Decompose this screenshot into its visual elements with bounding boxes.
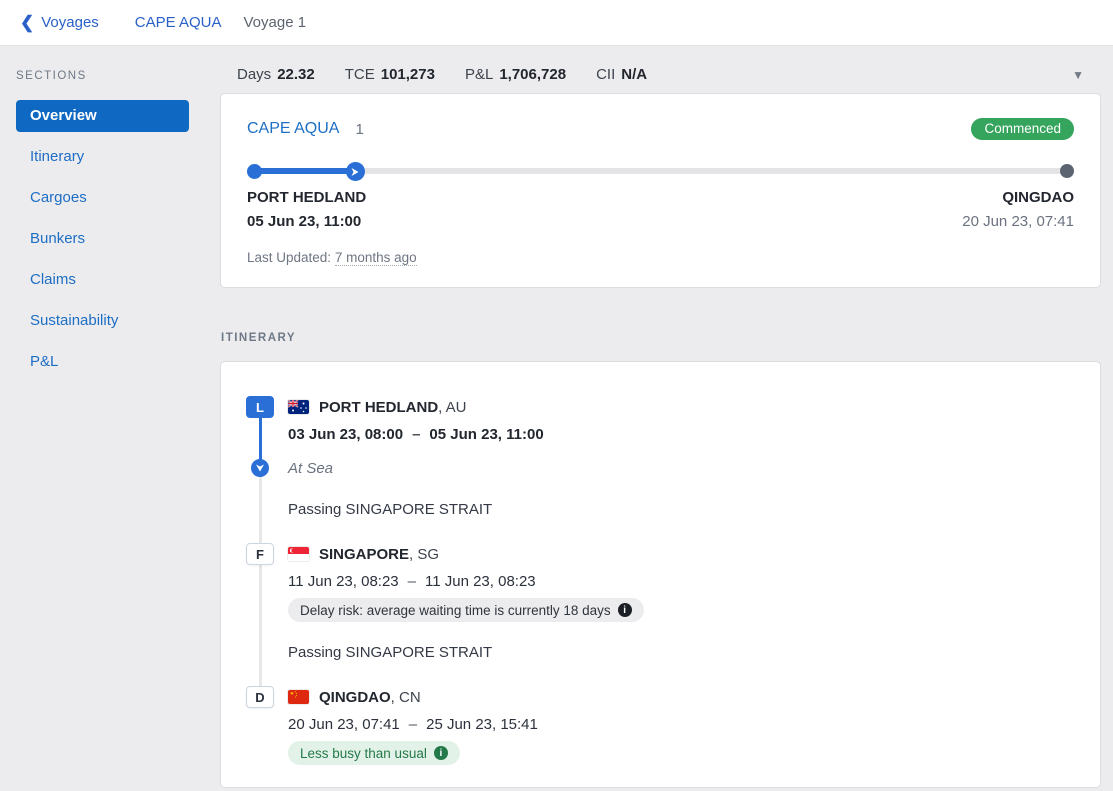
vessel-status-row: At Sea xyxy=(288,457,1072,479)
departure-datetime: 05 Jun 23, 11:00 xyxy=(247,210,366,234)
stat-days: Days 22.32 xyxy=(237,66,315,83)
back-to-voyages-link[interactable]: ❮ Voyages xyxy=(20,14,99,31)
last-updated: Last Updated: 7 months ago xyxy=(247,250,1074,265)
arrival-point-dot xyxy=(1060,164,1074,178)
stat-tce-label: TCE xyxy=(345,66,375,83)
sidebar-item-bunkers[interactable]: Bunkers xyxy=(16,223,189,255)
stop-date-start: 03 Jun 23, 08:00 xyxy=(288,426,403,443)
sidebar-item-cargoes[interactable]: Cargoes xyxy=(16,182,189,214)
stat-pnl-label: P&L xyxy=(465,66,493,83)
last-updated-label: Last Updated: xyxy=(247,250,331,265)
delay-risk-text: Delay risk: average waiting time is curr… xyxy=(300,603,611,618)
chevron-down-icon xyxy=(255,463,265,473)
stop-type-badge-discharge: D xyxy=(246,686,274,708)
main-content: Days 22.32 TCE 101,273 P&L 1,706,728 CII… xyxy=(206,46,1113,791)
stop-port-name: SINGAPORE xyxy=(319,546,409,563)
stop-country: , AU xyxy=(438,399,466,416)
itinerary-timeline: L xyxy=(246,396,1072,765)
stop-date-end: 05 Jun 23, 11:00 xyxy=(429,426,543,443)
vessel-position-icon[interactable] xyxy=(346,162,365,181)
stop-dates: 03 Jun 23, 08:00 – 05 Jun 23, 11:00 xyxy=(288,423,1072,445)
port-congestion-pill: Less busy than usual i xyxy=(288,741,460,765)
stat-days-label: Days xyxy=(237,66,271,83)
vessel-status-label: At Sea xyxy=(288,460,333,477)
stat-days-value: 22.32 xyxy=(277,66,315,83)
progress-track xyxy=(247,168,1074,174)
sidebar-item-itinerary[interactable]: Itinerary xyxy=(16,141,189,173)
stat-pnl: P&L 1,706,728 xyxy=(465,66,566,83)
info-icon[interactable]: i xyxy=(434,746,448,760)
itinerary-card: L xyxy=(220,361,1101,788)
status-badge: Commenced xyxy=(971,118,1074,140)
arrow-right-icon xyxy=(350,167,360,177)
passing-leg-label: Passing SINGAPORE STRAIT xyxy=(288,499,1072,521)
stop-date-start: 20 Jun 23, 07:41 xyxy=(288,716,400,733)
date-separator: – xyxy=(408,573,416,590)
sidebar-item-overview[interactable]: Overview xyxy=(16,100,189,132)
itinerary-heading: ITINERARY xyxy=(220,332,1101,344)
departure-block: PORT HEDLAND 05 Jun 23, 11:00 xyxy=(247,186,366,234)
itinerary-stop-port-hedland: L xyxy=(288,396,1072,521)
stat-cii: CII N/A xyxy=(596,66,647,83)
arrival-block: QINGDAO 20 Jun 23, 07:41 xyxy=(962,186,1074,234)
stop-country: , SG xyxy=(409,546,439,563)
china-flag-icon xyxy=(288,690,309,704)
passing-leg-label: Passing SINGAPORE STRAIT xyxy=(288,642,1072,664)
voyage-number: 1 xyxy=(355,121,363,138)
stat-pnl-value: 1,706,728 xyxy=(499,66,566,83)
stop-date-end: 11 Jun 23, 08:23 xyxy=(425,573,536,590)
sections-sidebar: SECTIONS Overview Itinerary Cargoes Bunk… xyxy=(0,46,206,791)
stop-country: , CN xyxy=(391,689,421,706)
breadcrumb: ❮ Voyages CAPE AQUA Voyage 1 xyxy=(0,0,1113,46)
itinerary-stop-singapore: F SINGAPORE, SG 11 Jun 23, 08 xyxy=(288,543,1072,664)
itinerary-stop-qingdao: D QINGDAO, CN xyxy=(288,686,1072,765)
departure-point-dot xyxy=(247,164,262,179)
stop-dates: 11 Jun 23, 08:23 – 11 Jun 23, 08:23 xyxy=(288,570,1072,592)
voyage-progress-bar xyxy=(247,162,1074,180)
stop-date-end: 25 Jun 23, 15:41 xyxy=(426,716,538,733)
stop-port-name: QINGDAO xyxy=(319,689,391,706)
stop-date-start: 11 Jun 23, 08:23 xyxy=(288,573,399,590)
vessel-position-timeline-icon[interactable] xyxy=(251,459,269,477)
date-separator: – xyxy=(409,716,417,733)
delay-risk-pill: Delay risk: average waiting time is curr… xyxy=(288,598,644,622)
port-congestion-text: Less busy than usual xyxy=(300,746,427,761)
collapse-caret-icon[interactable]: ▼ xyxy=(1072,68,1084,82)
info-icon[interactable]: i xyxy=(618,603,632,617)
breadcrumb-vessel-link[interactable]: CAPE AQUA xyxy=(135,14,222,31)
sidebar-item-pnl[interactable]: P&L xyxy=(16,346,189,378)
sidebar-nav: Overview Itinerary Cargoes Bunkers Claim… xyxy=(16,100,206,378)
stop-dates: 20 Jun 23, 07:41 – 25 Jun 23, 15:41 xyxy=(288,713,1072,735)
last-updated-value[interactable]: 7 months ago xyxy=(335,250,417,266)
progress-fill xyxy=(247,168,355,174)
back-link-label: Voyages xyxy=(41,14,99,31)
date-separator: – xyxy=(412,426,420,443)
stat-cii-label: CII xyxy=(596,66,615,83)
stop-type-badge-fuel: F xyxy=(246,543,274,565)
voyage-stats-row: Days 22.32 TCE 101,273 P&L 1,706,728 CII… xyxy=(220,66,1101,83)
arrival-datetime: 20 Jun 23, 07:41 xyxy=(962,210,1074,234)
sidebar-item-claims[interactable]: Claims xyxy=(16,264,189,296)
stat-cii-value: N/A xyxy=(621,66,647,83)
sidebar-heading: SECTIONS xyxy=(16,70,206,82)
departure-port: PORT HEDLAND xyxy=(247,186,366,210)
breadcrumb-voyage-label: Voyage 1 xyxy=(244,14,307,31)
australia-flag-icon xyxy=(288,400,309,414)
stat-tce-value: 101,273 xyxy=(381,66,435,83)
vessel-name-link[interactable]: CAPE AQUA xyxy=(247,120,339,138)
voyage-overview-card: CAPE AQUA 1 Commenced PORT HEDLAND 0 xyxy=(220,93,1101,288)
stop-port-name: PORT HEDLAND xyxy=(319,399,438,416)
chevron-left-icon: ❮ xyxy=(20,14,34,31)
stat-tce: TCE 101,273 xyxy=(345,66,435,83)
singapore-flag-icon xyxy=(288,547,309,561)
arrival-port: QINGDAO xyxy=(962,186,1074,210)
sidebar-item-sustainability[interactable]: Sustainability xyxy=(16,305,189,337)
stop-type-badge-load: L xyxy=(246,396,274,418)
